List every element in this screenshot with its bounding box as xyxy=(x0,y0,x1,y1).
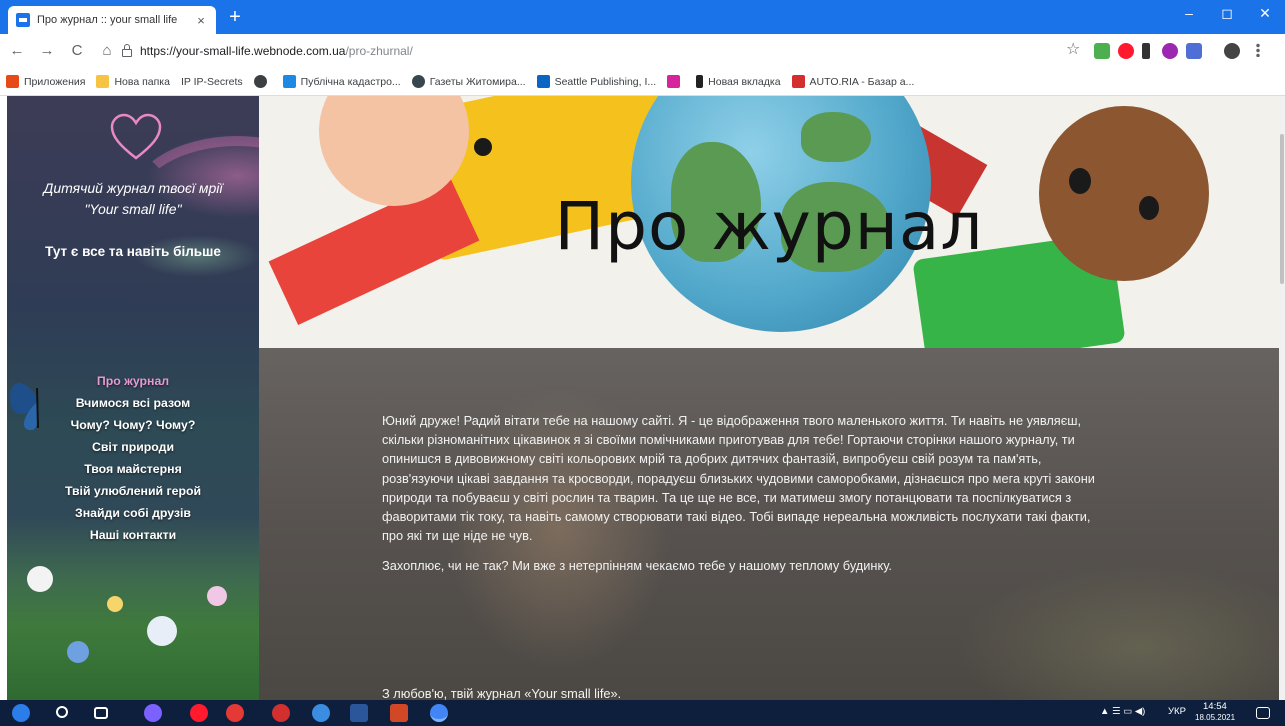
menu-item-heroi[interactable]: Твій улюблений герой xyxy=(7,480,259,502)
new-tab-button[interactable]: + xyxy=(224,6,246,28)
reload-button[interactable]: C xyxy=(64,38,90,64)
yandex-icon[interactable] xyxy=(226,704,244,722)
task-view-icon[interactable] xyxy=(94,707,108,719)
blue-flower-decoration xyxy=(67,641,89,663)
hero-banner: Про журнал xyxy=(259,96,1279,348)
menu-item-kontakty[interactable]: Наші контакти xyxy=(7,524,259,546)
windows-start-icon[interactable] xyxy=(12,704,30,722)
menu-dots-icon[interactable] xyxy=(1256,43,1260,57)
browser-tab[interactable]: Про журнал :: your small life × xyxy=(8,6,216,34)
powerpoint-icon[interactable] xyxy=(390,704,408,722)
close-window-button[interactable]: ✕ xyxy=(1246,0,1284,28)
globe-icon xyxy=(253,75,267,88)
tray-icons[interactable]: ▲ ☰ ▭ ◀) xyxy=(1100,706,1145,717)
url-host: https://your-small-life.webnode.com.ua xyxy=(140,44,346,58)
menu-item-druzi[interactable]: Знайди собі друзів xyxy=(7,502,259,524)
tab-title: Про журнал :: your small life xyxy=(37,14,178,26)
lightning-icon xyxy=(696,75,704,88)
tab-close-icon[interactable]: × xyxy=(194,13,208,28)
chrome-active-icon[interactable] xyxy=(430,704,448,722)
menu-item-vchymosia[interactable]: Вчимося всі разом xyxy=(7,392,259,414)
lock-icon xyxy=(122,44,132,57)
bookmarks-bar: Приложения Нова папка IP IP-Secrets Публ… xyxy=(0,68,1285,96)
notification-icon[interactable] xyxy=(1256,707,1270,719)
bookmark-star-icon[interactable]: ☆ xyxy=(1066,39,1080,59)
bookmark-item[interactable]: IP IP-Secrets xyxy=(181,76,243,88)
app-icon[interactable] xyxy=(144,704,162,722)
scrollbar-thumb[interactable] xyxy=(1280,134,1284,284)
opera-extension-icon[interactable] xyxy=(1118,43,1134,59)
site-subtitle: Тут є все та навіть більше xyxy=(45,244,221,259)
bookmark-item[interactable]: Газеты Житомира... xyxy=(411,75,526,88)
opera-icon[interactable] xyxy=(190,704,208,722)
instagram-icon xyxy=(667,75,681,88)
tray-time[interactable]: 14:54 xyxy=(1203,701,1227,712)
home-button[interactable]: ⌂ xyxy=(94,38,120,64)
word-icon[interactable] xyxy=(350,704,368,722)
pink-flower-decoration xyxy=(207,586,227,606)
linkedin-icon xyxy=(536,75,550,88)
newspaper-icon xyxy=(411,75,425,88)
daisy-decoration xyxy=(27,566,53,592)
minimize-button[interactable]: – xyxy=(1170,0,1208,28)
bookmark-item[interactable] xyxy=(667,75,685,88)
menu-item-maisternia[interactable]: Твоя майстерня xyxy=(7,458,259,480)
folder-icon xyxy=(96,75,110,88)
page-title: Про журнал xyxy=(554,188,984,265)
tray-language[interactable]: УКР xyxy=(1168,706,1186,717)
menu-item-svit-pryrody[interactable]: Світ природи xyxy=(7,436,259,458)
site-title[interactable]: Дитячий журнал твоєї мрії "Your small li… xyxy=(27,178,239,220)
sidebar: Дитячий журнал твоєї мрії "Your small li… xyxy=(7,96,347,700)
signature-text: З любов'ю, твій журнал «Your small life»… xyxy=(382,686,622,700)
bookmark-item[interactable]: Seattle Publishing, I... xyxy=(536,75,656,88)
yandex-browser-icon[interactable] xyxy=(272,704,290,722)
daisy-decoration xyxy=(147,616,177,646)
heart-logo-icon[interactable] xyxy=(109,112,163,162)
webnode-favicon-icon xyxy=(16,13,30,27)
id-extension-icon[interactable] xyxy=(1186,43,1202,59)
url-path: /pro-zhurnal/ xyxy=(345,44,413,58)
chrome-icon[interactable] xyxy=(312,704,330,722)
tray-date[interactable]: 18.05.2021 xyxy=(1195,713,1235,722)
main-menu: Про журнал Вчимося всі разом Чому? Чому?… xyxy=(7,370,259,546)
browser-toolbar: ← → C ⌂ https://your-small-life.webnode.… xyxy=(0,34,1285,68)
profile-avatar-icon[interactable] xyxy=(1224,43,1240,59)
cadastre-icon xyxy=(282,75,296,88)
menu-item-chomu[interactable]: Чому? Чому? Чому? xyxy=(7,414,259,436)
apps-grid-icon xyxy=(6,75,19,88)
bookmark-item[interactable]: Публічна кадастро... xyxy=(282,75,401,88)
back-button[interactable]: ← xyxy=(4,38,30,64)
bookmark-item[interactable]: AUTO.RIA - Базар а... xyxy=(791,75,914,88)
address-bar[interactable]: https://your-small-life.webnode.com.ua /… xyxy=(122,39,1082,63)
shield-extension-icon[interactable] xyxy=(1162,43,1178,59)
eye-decoration xyxy=(474,138,492,156)
page-viewport: Дитячий журнал твоєї мрії "Your small li… xyxy=(0,96,1285,700)
forward-button[interactable]: → xyxy=(34,38,60,64)
maximize-button[interactable]: ◻ xyxy=(1208,0,1246,28)
browser-titlebar: Про журнал :: your small life × + – ◻ ✕ xyxy=(0,0,1285,34)
extension-icon[interactable] xyxy=(1094,43,1110,59)
car-icon xyxy=(791,75,805,88)
bookmark-item[interactable]: Приложения xyxy=(6,75,85,88)
menu-item-pro-zhurnal[interactable]: Про журнал xyxy=(7,370,259,392)
content-section: Юний друже! Радий вітати тебе на нашому … xyxy=(259,348,1279,700)
intro-paragraph: Юний друже! Радий вітати тебе на нашому … xyxy=(382,413,1095,544)
lightning-extension-icon[interactable] xyxy=(1142,43,1150,59)
bookmark-item[interactable] xyxy=(253,75,272,88)
bookmark-item[interactable]: Нова папка xyxy=(96,75,170,88)
intro-text: Юний друже! Радий вітати тебе на нашому … xyxy=(382,411,1112,587)
windows-taskbar: ▲ ☰ ▭ ◀) УКР 14:54 18.05.2021 xyxy=(0,700,1285,726)
yellow-flower-decoration xyxy=(107,596,123,612)
intro-paragraph-2: Захоплює, чи не так? Ми вже з нетерпіння… xyxy=(382,558,892,574)
bookmark-item[interactable]: Новая вкладка xyxy=(696,75,781,88)
search-icon[interactable] xyxy=(56,706,68,718)
